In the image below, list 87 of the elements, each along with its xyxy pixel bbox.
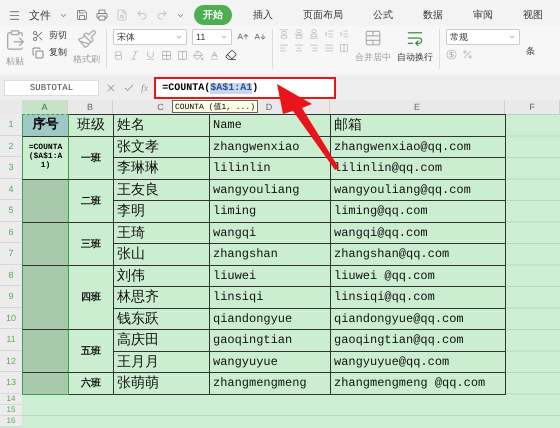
row-number[interactable]: 12 <box>0 350 22 372</box>
menu-icon[interactable] <box>8 8 21 22</box>
row-number[interactable]: 14 <box>0 394 22 404</box>
table-cell: lilinlin@qq.com <box>330 157 506 180</box>
scissors-icon[interactable] <box>32 30 44 42</box>
table-cell: liming@qq.com <box>330 200 506 222</box>
ribbon-label[interactable]: 条 <box>526 44 535 58</box>
preview-icon[interactable] <box>116 9 128 21</box>
merge-button[interactable]: 合并居中 <box>355 51 391 64</box>
table-cell: zhangshan@qq.com <box>330 243 506 266</box>
font-size-field[interactable]: 11 <box>192 29 232 45</box>
merge-icon[interactable] <box>364 29 382 47</box>
indent-icon[interactable] <box>339 29 349 39</box>
row-number[interactable]: 5 <box>0 200 22 222</box>
row-number[interactable]: 4 <box>0 178 22 200</box>
justify-icon[interactable] <box>324 43 334 53</box>
percent-icon[interactable] <box>462 49 473 60</box>
copy-button[interactable]: 复制 <box>49 46 67 59</box>
align-middle-icon[interactable] <box>294 29 304 39</box>
italic-icon[interactable] <box>129 50 140 60</box>
paste-button[interactable]: 粘贴 <box>6 55 24 68</box>
table-cell: linsiqi@qq.com <box>330 286 506 308</box>
print-icon[interactable] <box>96 9 108 21</box>
paintbrush-icon[interactable] <box>76 29 96 49</box>
fill-icon[interactable] <box>193 50 204 60</box>
ribbon-tab[interactable]: 视图 <box>514 5 552 25</box>
paste-icon[interactable] <box>4 29 26 51</box>
function-button[interactable]: fx <box>141 82 148 94</box>
border-icon[interactable] <box>161 50 172 60</box>
name-box[interactable]: SUBTOTAL <box>4 80 99 96</box>
table-header-cell: 序号 <box>22 114 69 136</box>
column-header[interactable]: A <box>22 100 68 114</box>
align-left-icon[interactable] <box>279 43 289 53</box>
align-center-icon[interactable] <box>294 43 304 53</box>
row-number[interactable]: 11 <box>0 329 22 350</box>
row-number[interactable]: 2 <box>0 136 22 157</box>
row-number[interactable]: 3 <box>0 157 22 178</box>
table-cell: 高庆田 <box>113 329 210 352</box>
ribbon-tab[interactable]: 开始 <box>194 5 232 25</box>
row-number[interactable]: 6 <box>0 222 22 243</box>
currency-icon[interactable] <box>446 49 457 60</box>
table-cell: zhangmengmeng @qq.com <box>330 372 506 394</box>
row-number[interactable]: 7 <box>0 243 22 264</box>
wrap-text-button[interactable]: 自动换行 <box>397 51 433 64</box>
table-cell: 林思齐 <box>113 286 210 308</box>
close-icon[interactable] <box>105 82 117 94</box>
caret-icon[interactable] <box>508 33 516 41</box>
row-number[interactable]: 16 <box>0 416 22 426</box>
table-header-cell: 班级 <box>68 114 114 136</box>
ribbon-tab[interactable]: 插入 <box>244 5 282 25</box>
file-menu[interactable]: 文件 <box>29 8 51 22</box>
table-header-cell: 姓名 <box>113 114 210 136</box>
format-painter-button[interactable]: 格式刷 <box>73 53 100 66</box>
undo-icon[interactable] <box>136 9 148 21</box>
ribbon-tab[interactable]: 数据 <box>414 5 452 25</box>
cut-button[interactable]: 剪切 <box>49 29 67 42</box>
align-right-icon[interactable] <box>309 43 319 53</box>
ribbon-tab[interactable]: 页面布局 <box>294 5 352 25</box>
eraser-icon[interactable] <box>225 49 237 61</box>
check-icon[interactable] <box>123 82 135 94</box>
caret-icon[interactable] <box>175 33 183 41</box>
align-top-icon[interactable] <box>279 29 289 39</box>
row-number[interactable]: 9 <box>0 286 22 308</box>
row-number[interactable]: 8 <box>0 264 22 286</box>
table-cell: =COUNTA($A$1:A1) <box>22 136 69 180</box>
ribbon-tab[interactable]: 公式 <box>364 5 402 25</box>
font-field[interactable]: 宋体 <box>113 29 187 45</box>
outdent-icon[interactable] <box>324 29 334 39</box>
row-number[interactable]: 1 <box>0 114 22 136</box>
align-bottom-icon[interactable] <box>309 29 319 39</box>
caret-icon[interactable] <box>220 33 228 41</box>
redo-icon[interactable] <box>156 9 168 21</box>
table-cell: gaoqingtian@qq.com <box>330 329 506 352</box>
font-color-icon[interactable] <box>209 50 220 60</box>
save-icon[interactable] <box>76 9 88 21</box>
row-number[interactable]: 15 <box>0 404 22 416</box>
number-format-field[interactable]: 常规 <box>446 29 520 45</box>
row-number[interactable]: 13 <box>0 372 22 394</box>
ribbon-tab[interactable]: 审阅 <box>464 5 502 25</box>
row-number[interactable]: 10 <box>0 308 22 329</box>
table-header-cell: 邮箱 <box>330 114 506 136</box>
function-tooltip: COUNTA (值1, ...) <box>172 100 258 113</box>
bold-icon[interactable] <box>113 50 124 60</box>
copy-icon[interactable] <box>32 46 44 58</box>
wrap-text-icon[interactable] <box>406 29 424 47</box>
formula-field[interactable]: =COUNTA($A$1:A1) <box>154 77 336 99</box>
underline-icon[interactable] <box>145 50 156 60</box>
